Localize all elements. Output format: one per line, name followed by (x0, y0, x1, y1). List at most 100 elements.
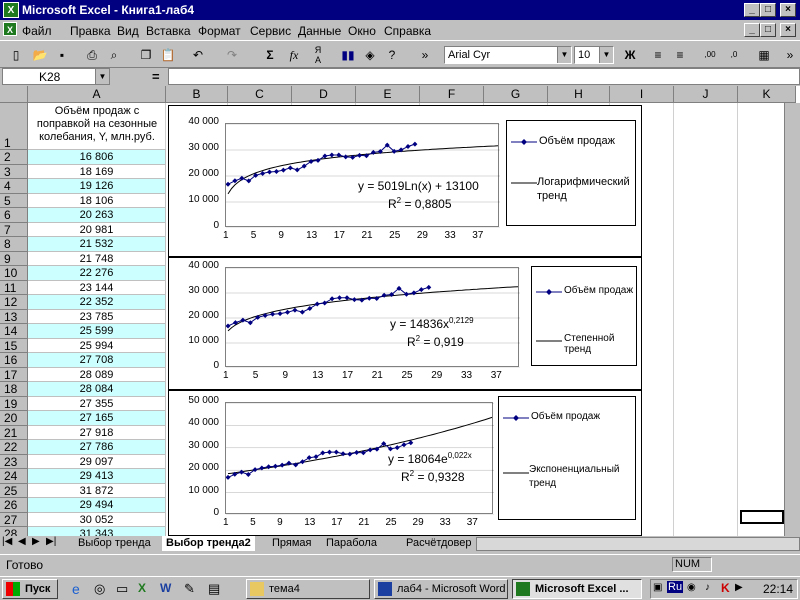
worksheet-grid[interactable]: ABCDEFGHIJK 1 2 16 806 3 18 169 4 19 126 5 18 10… (0, 86, 800, 536)
tab-first-icon[interactable]: |◀ (2, 536, 12, 547)
task-excel[interactable]: Microsoft Excel ... (512, 579, 642, 599)
select-all-corner[interactable] (0, 86, 28, 103)
desktop-icon[interactable]: ▭ (116, 581, 128, 597)
doc-close-button[interactable]: × (780, 23, 796, 37)
cell-a-value[interactable]: 28 089 (28, 367, 166, 382)
cell-a-value[interactable]: 27 786 (28, 440, 166, 455)
tab-pryamaya[interactable]: Прямая (272, 536, 312, 551)
borders-icon[interactable]: ▦ (754, 45, 774, 65)
chart-exp[interactable]: 0 10 000 20 000 30 000 40 000 50 000 1 5 9 13 17 21… (168, 390, 642, 536)
cell-a-value[interactable]: 18 169 (28, 164, 166, 179)
col-header-g[interactable]: G (484, 86, 548, 103)
row-header[interactable]: 18 (0, 382, 28, 397)
cell-a-value[interactable]: 25 599 (28, 324, 166, 339)
calc-icon[interactable]: ▤ (208, 581, 220, 597)
chart-wizard-icon[interactable]: ▮▮ (338, 45, 358, 65)
new-icon[interactable]: ▯ (6, 45, 26, 65)
dropdown-arrow-icon[interactable]: ▼ (599, 47, 613, 63)
volume-icon[interactable]: ♪ (705, 582, 710, 593)
doc-minimize-button[interactable]: _ (744, 23, 760, 37)
col-header-i[interactable]: I (610, 86, 674, 103)
cell-a-value[interactable]: 20 981 (28, 222, 166, 237)
tab-parabola[interactable]: Парабола (326, 536, 377, 551)
row-header[interactable]: 5 (0, 193, 28, 208)
row-header[interactable]: 11 (0, 280, 28, 295)
task-tema4[interactable]: тема4 (246, 579, 370, 599)
menu-data[interactable]: Данные (298, 24, 341, 38)
antivirus-icon[interactable]: K (721, 581, 730, 595)
row-header[interactable]: 22 (0, 440, 28, 455)
tab-vybor-trenda[interactable]: Выбор тренда (78, 536, 151, 551)
toolbar-more-icon[interactable]: » (420, 45, 430, 65)
cell-a-value[interactable]: 25 994 (28, 338, 166, 353)
pen-icon[interactable]: ✎ (184, 581, 195, 597)
cell-a-value[interactable]: 27 165 (28, 411, 166, 426)
open-icon[interactable]: 📂 (30, 45, 50, 65)
row-header[interactable]: 19 (0, 396, 28, 411)
row-header[interactable]: 26 (0, 498, 28, 513)
align-right-icon[interactable]: ≡ (670, 45, 690, 65)
cell-a-value[interactable]: 22 276 (28, 266, 166, 281)
col-header-b[interactable]: B (166, 86, 228, 103)
undo-icon[interactable]: ↶ (188, 45, 208, 65)
col-header-k[interactable]: K (738, 86, 796, 103)
redo-icon[interactable]: ↷ (222, 45, 242, 65)
row-header[interactable]: 20 (0, 411, 28, 426)
font-combo[interactable]: Arial Cyr ▼ (444, 46, 572, 64)
equals-sign[interactable]: = (152, 69, 160, 84)
menu-help[interactable]: Справка (384, 24, 431, 38)
vertical-scrollbar[interactable] (784, 103, 800, 536)
cell-a-value[interactable]: 27 355 (28, 396, 166, 411)
decrease-decimal-icon[interactable]: ,0 (724, 45, 744, 65)
menu-file[interactable]: Файл (22, 24, 52, 38)
col-header-d[interactable]: D (292, 86, 356, 103)
row-header[interactable]: 21 (0, 425, 28, 440)
tab-next-icon[interactable]: ▶ (32, 536, 40, 547)
cell-a-value[interactable]: 18 106 (28, 193, 166, 208)
tab-vybor-trenda2[interactable]: Выбор тренда2 (162, 536, 255, 551)
cell-a-value[interactable]: 19 126 (28, 179, 166, 194)
col-header-c[interactable]: C (228, 86, 292, 103)
row-header[interactable]: 24 (0, 469, 28, 484)
workbook-icon[interactable]: X (3, 22, 17, 36)
cell-a-value[interactable]: 16 806 (28, 150, 166, 165)
function-icon[interactable]: fx (284, 45, 304, 65)
cell-a-value[interactable]: 31 343 (28, 527, 166, 536)
close-button[interactable]: × (780, 3, 796, 17)
cell-a-value[interactable]: 29 097 (28, 454, 166, 469)
dropdown-arrow-icon[interactable]: ▼ (557, 47, 571, 63)
row-header[interactable]: 17 (0, 367, 28, 382)
monitor-icon[interactable]: ▣ (653, 582, 662, 593)
row-header[interactable]: 28 (0, 527, 28, 536)
preview-icon[interactable]: ⌕ (104, 45, 124, 65)
col-header-j[interactable]: J (674, 86, 738, 103)
increase-decimal-icon[interactable]: ,00 (700, 45, 720, 65)
tab-prev-icon[interactable]: ◀ (18, 536, 26, 547)
row-header[interactable]: 6 (0, 208, 28, 223)
row-header[interactable]: 25 (0, 483, 28, 498)
menu-window[interactable]: Окно (348, 24, 376, 38)
row-header[interactable]: 23 (0, 454, 28, 469)
col-header-h[interactable]: H (548, 86, 610, 103)
cell-a-value[interactable]: 27 708 (28, 353, 166, 368)
row-header[interactable]: 7 (0, 222, 28, 237)
save-icon[interactable]: ▪ (52, 45, 72, 65)
cell-a-value[interactable]: 30 052 (28, 512, 166, 527)
tab-last-icon[interactable]: ▶| (46, 536, 56, 547)
row-header[interactable]: 16 (0, 353, 28, 368)
row-header[interactable]: 27 (0, 512, 28, 527)
menu-tools[interactable]: Сервис (250, 24, 291, 38)
app-tray-icon[interactable]: ▶ (735, 582, 743, 593)
task-word[interactable]: лаб4 - Microsoft Word (374, 579, 508, 599)
sort-icon[interactable]: ЯА (308, 45, 328, 65)
row-header[interactable]: 3 (0, 164, 28, 179)
menu-view[interactable]: Вид (117, 24, 139, 38)
doc-restore-button[interactable]: □ (760, 23, 776, 37)
excel-quick-icon[interactable]: X (138, 581, 146, 595)
row-header[interactable]: 9 (0, 251, 28, 266)
start-button[interactable]: Пуск (2, 579, 58, 599)
row-header[interactable]: 2 (0, 150, 28, 165)
row-header[interactable]: 4 (0, 179, 28, 194)
copy-icon[interactable]: ❐ (136, 45, 156, 65)
lang-indicator[interactable]: Ru (667, 581, 684, 593)
